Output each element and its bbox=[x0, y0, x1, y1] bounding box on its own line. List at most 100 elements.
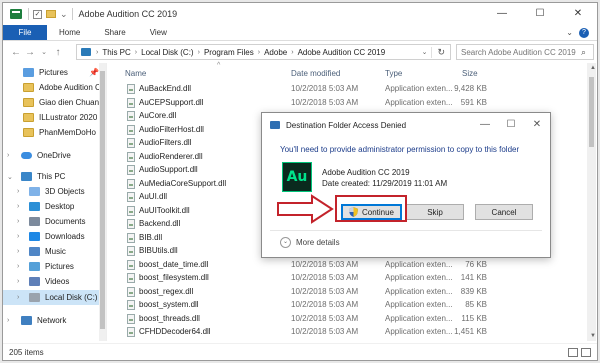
file-size: 9,428 KB bbox=[454, 84, 487, 93]
dialog-maximize-button[interactable]: ☐ bbox=[498, 113, 524, 137]
properties-checkbox-icon[interactable]: ✓ bbox=[33, 9, 42, 19]
file-name: AudioFilterHost.dll bbox=[139, 124, 204, 134]
column-header-label: Date modified bbox=[291, 68, 341, 78]
expand-chevron-icon[interactable]: › bbox=[17, 233, 19, 240]
file-row[interactable]: AuBackEnd.dll 10/2/2018 5:03 AM Applicatio… bbox=[107, 82, 587, 95]
sidebar-item-network[interactable]: › Network bbox=[3, 313, 106, 328]
file-list-scrollbar[interactable]: ▲ ▼ bbox=[587, 63, 596, 341]
details-view-icon[interactable] bbox=[568, 348, 578, 357]
breadcrumb-program-files[interactable]: Program Files bbox=[201, 48, 257, 57]
file-type: Application exten... bbox=[385, 259, 453, 269]
up-arrow-icon[interactable]: ↑ bbox=[51, 47, 65, 58]
file-type: Application exten... bbox=[385, 327, 453, 336]
address-dropdown-icon[interactable]: ⌄ bbox=[418, 48, 432, 56]
sidebar-item-onedrive[interactable]: › OneDrive bbox=[3, 148, 106, 163]
pin-icon[interactable]: 📌 bbox=[89, 68, 99, 77]
tab-share[interactable]: Share bbox=[92, 25, 137, 40]
help-icon[interactable]: ? bbox=[579, 27, 589, 38]
expand-chevron-icon[interactable]: › bbox=[17, 203, 19, 210]
expand-chevron-icon[interactable]: › bbox=[7, 317, 9, 324]
column-header-date[interactable]: Date modified bbox=[291, 65, 381, 81]
sidebar-item-desktop[interactable]: › Desktop bbox=[3, 199, 106, 214]
sidebar-item-local-disk[interactable]: › Local Disk (C:) bbox=[3, 290, 106, 305]
file-row[interactable]: CFHDDecoder64.dll 10/2/2018 5:03 AM Applic… bbox=[107, 325, 587, 338]
sidebar-item-music[interactable]: › Music bbox=[3, 244, 106, 259]
skip-button[interactable]: Skip bbox=[406, 204, 464, 220]
dll-file-icon bbox=[127, 205, 135, 216]
title-bar: ✓ ⌄ Adobe Audition CC 2019 — ☐ ✕ bbox=[3, 3, 597, 25]
file-row[interactable]: boost_regex.dll 10/2/2018 5:03 AM Applicat… bbox=[107, 285, 587, 298]
sidebar-item-3d-objects[interactable]: › 3D Objects bbox=[3, 184, 106, 199]
ribbon-collapse-icon[interactable]: ⌄ bbox=[566, 28, 573, 37]
back-arrow-icon[interactable]: ← bbox=[9, 47, 23, 58]
dialog-minimize-button[interactable]: — bbox=[472, 113, 498, 137]
new-folder-icon[interactable] bbox=[46, 10, 56, 18]
breadcrumb-adobe-audition[interactable]: Adobe Audition CC 2019 bbox=[295, 48, 389, 57]
videos-icon bbox=[29, 277, 40, 286]
sidebar-item-pictures-quick[interactable]: Pictures 📌 bbox=[3, 65, 106, 80]
maximize-button[interactable]: ☐ bbox=[521, 3, 559, 25]
breadcrumb-adobe[interactable]: Adobe bbox=[261, 48, 290, 57]
sidebar-scroll-thumb[interactable] bbox=[100, 71, 105, 329]
sidebar-item-giao-dien[interactable]: Giao dien Chuan bbox=[3, 95, 106, 110]
expand-chevron-icon[interactable]: › bbox=[17, 218, 19, 225]
sidebar-scrollbar[interactable] bbox=[99, 63, 106, 341]
sidebar-item-illustrator[interactable]: ILLustrator 2020 bbox=[3, 110, 106, 125]
file-name: boost_system.dll bbox=[139, 300, 199, 309]
expand-chevron-icon[interactable]: › bbox=[7, 152, 9, 159]
address-bar[interactable]: › This PC › Local Disk (C:) › Program Fi… bbox=[76, 44, 451, 60]
breadcrumb-local-disk[interactable]: Local Disk (C:) bbox=[138, 48, 196, 57]
file-list-scroll-thumb[interactable] bbox=[589, 77, 594, 147]
search-input[interactable] bbox=[461, 47, 581, 57]
search-icon[interactable]: ⌕ bbox=[581, 47, 586, 58]
file-size: 141 KB bbox=[460, 273, 487, 282]
breadcrumb-this-pc[interactable]: This PC bbox=[99, 48, 133, 57]
column-header-name[interactable]: ^ Name bbox=[125, 62, 285, 81]
scroll-up-icon[interactable]: ▲ bbox=[590, 65, 596, 71]
file-size: 115 KB bbox=[461, 313, 487, 323]
tab-home[interactable]: Home bbox=[47, 25, 92, 40]
quick-access-dropdown-icon[interactable]: ⌄ bbox=[60, 9, 68, 20]
more-details-toggle[interactable]: ⌄ More details bbox=[280, 237, 340, 248]
expand-chevron-icon[interactable]: › bbox=[17, 188, 19, 195]
file-name: boost_regex.dll bbox=[139, 286, 194, 296]
file-row[interactable]: boost_date_time.dll 10/2/2018 5:03 AM Appl… bbox=[107, 258, 587, 271]
forward-arrow-icon[interactable]: → bbox=[23, 47, 37, 58]
scroll-down-icon[interactable]: ▼ bbox=[590, 333, 596, 339]
dialog-close-button[interactable]: ✕ bbox=[524, 113, 550, 137]
tab-file[interactable]: File bbox=[3, 25, 47, 40]
sidebar-item-documents[interactable]: › Documents bbox=[3, 214, 106, 229]
sidebar-item-videos[interactable]: › Videos bbox=[3, 274, 106, 289]
large-icons-view-icon[interactable] bbox=[581, 348, 591, 357]
sidebar-item-pictures[interactable]: › Pictures bbox=[3, 259, 106, 274]
sidebar-item-label: Desktop bbox=[45, 202, 75, 211]
sidebar-item-downloads[interactable]: › Downloads bbox=[3, 229, 106, 244]
dll-file-icon bbox=[127, 151, 135, 162]
file-date: 10/2/2018 5:03 AM bbox=[291, 300, 359, 309]
sidebar-item-adobe-audition[interactable]: Adobe Audition CC 201 bbox=[3, 80, 106, 95]
column-header-label: Name bbox=[125, 68, 147, 78]
expand-chevron-icon[interactable]: › bbox=[17, 263, 19, 270]
file-row[interactable]: boost_system.dll 10/2/2018 5:03 AM Applica… bbox=[107, 298, 587, 311]
expand-chevron-icon[interactable]: › bbox=[17, 278, 19, 285]
file-name: AuUI.dll bbox=[139, 192, 168, 201]
recent-locations-icon[interactable]: ⌄ bbox=[37, 48, 51, 56]
close-button[interactable]: ✕ bbox=[559, 3, 597, 25]
file-row[interactable]: AuCEPSupport.dll 10/2/2018 5:03 AM Applica… bbox=[107, 96, 587, 109]
expand-chevron-icon[interactable]: › bbox=[17, 294, 19, 301]
column-header-type[interactable]: Type bbox=[385, 65, 455, 81]
cancel-button[interactable]: Cancel bbox=[475, 204, 533, 220]
file-row[interactable]: boost_filesystem.dll 10/2/2018 5:03 AM App… bbox=[107, 271, 587, 284]
minimize-button[interactable]: — bbox=[483, 3, 521, 25]
file-row[interactable]: boost_threads.dll 10/2/2018 5:03 AM Applic… bbox=[107, 312, 587, 325]
tab-view[interactable]: View bbox=[138, 25, 179, 40]
refresh-icon[interactable]: ↻ bbox=[431, 46, 450, 58]
collapse-chevron-icon[interactable]: ⌄ bbox=[7, 173, 13, 181]
file-date: 10/2/2018 5:03 AM bbox=[291, 259, 359, 269]
sidebar-item-label: Pictures bbox=[45, 262, 74, 271]
search-box[interactable]: ⌕ bbox=[456, 44, 594, 60]
sidebar-item-this-pc[interactable]: ⌄ This PC bbox=[3, 169, 106, 184]
expand-chevron-icon[interactable]: › bbox=[17, 248, 19, 255]
column-header-size[interactable]: Size bbox=[462, 65, 492, 81]
sidebar-item-phanmem[interactable]: PhanMemDoHo bbox=[3, 125, 106, 140]
